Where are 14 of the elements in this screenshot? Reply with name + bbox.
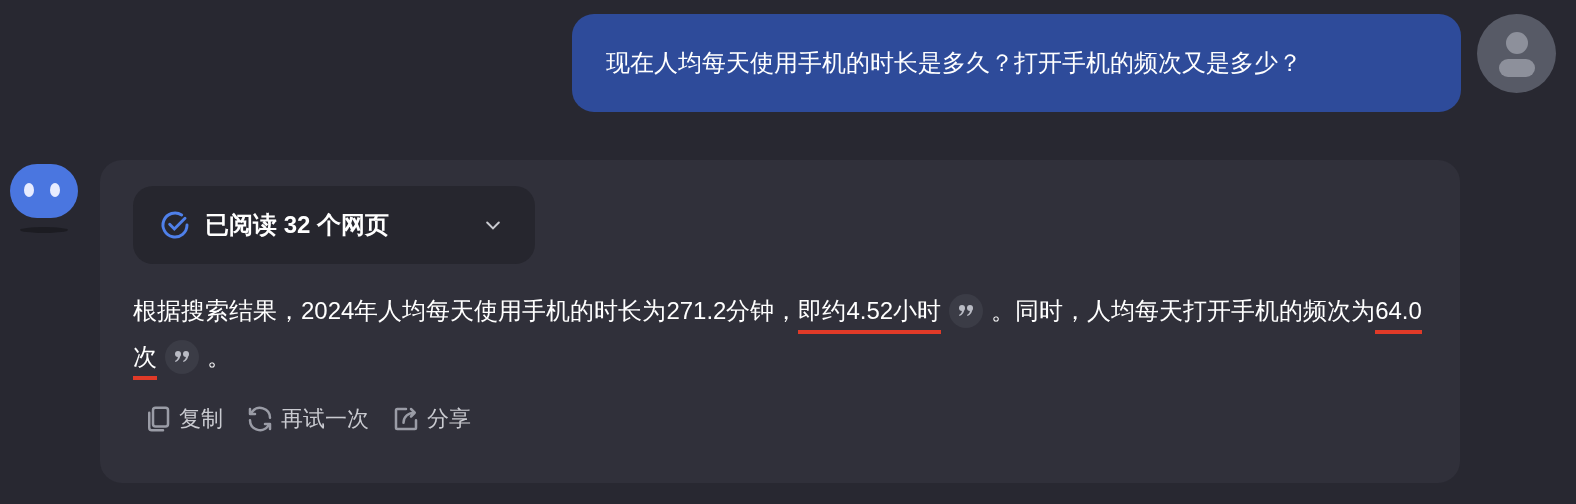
- retry-button[interactable]: 再试一次: [245, 402, 369, 435]
- bot-avatar: [10, 164, 78, 236]
- answer-text: 。同时，人均每天打开手机的频次为: [991, 297, 1376, 324]
- quote-icon[interactable]: [165, 339, 199, 374]
- quote-icon[interactable]: [949, 293, 984, 328]
- answer-text: 根据搜索结果，2024年人均每天使用手机的时长为271.2分钟，: [133, 297, 799, 324]
- sources-dropdown[interactable]: 已阅读 32 个网页: [133, 186, 535, 264]
- underlined-text: 即约4.52小时: [798, 297, 942, 334]
- copy-button[interactable]: 复制: [143, 402, 223, 435]
- check-icon: [159, 209, 191, 241]
- message-text: 现在人均每天使用手机的时长是多久？打开手机的频次又是多少？: [606, 48, 1302, 78]
- answer-text: 。: [207, 343, 231, 370]
- person-icon: [1497, 30, 1536, 77]
- share-button[interactable]: 分享: [391, 402, 471, 435]
